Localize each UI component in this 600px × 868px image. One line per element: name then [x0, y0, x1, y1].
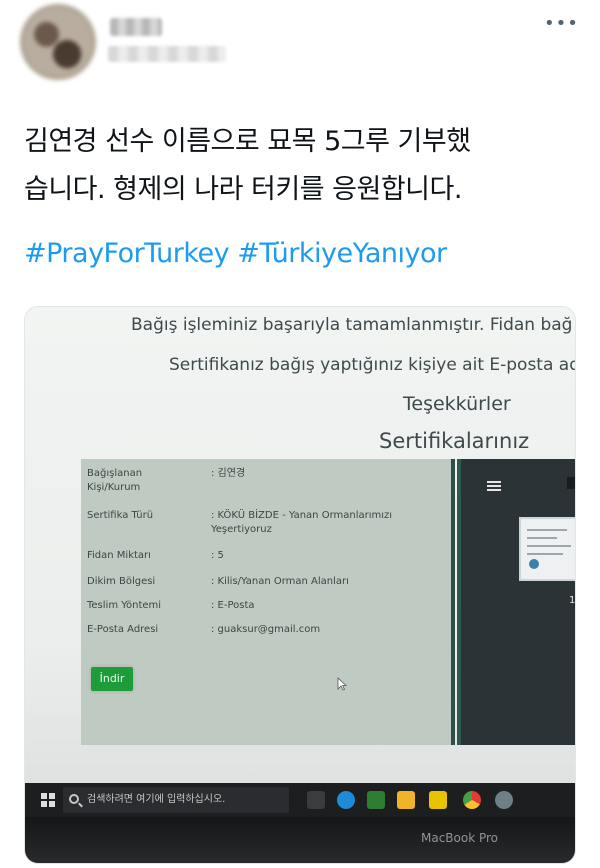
- cert-value: : 김연경: [211, 468, 246, 479]
- tweet-photo[interactable]: Bağış işleminiz başarıyla tamamlanmıştır…: [24, 306, 576, 864]
- screen-text-success: Bağış işleminiz başarıyla tamamlanmıştır…: [131, 315, 573, 335]
- cert-label: Fidan Miktarı: [87, 550, 151, 561]
- screen-text-thanks: Teşekkürler: [403, 393, 511, 415]
- certificate-preview-panel: 1: [457, 459, 576, 745]
- tweet-text-line-1: 김연경 선수 이름으로 묘목 5그루 기부했: [24, 126, 471, 157]
- app-icon[interactable]: [367, 791, 385, 809]
- macbook-label: MacBook Pro: [421, 831, 499, 845]
- app-icon-2[interactable]: [495, 791, 513, 809]
- cert-label: Bağışlanan Kişi/Kurum: [87, 468, 143, 493]
- screen-text-certificate-email: Sertifikanız bağış yaptığınız kişiye ait…: [169, 355, 576, 375]
- file-explorer-icon[interactable]: [397, 791, 415, 809]
- task-view-icon[interactable]: [307, 791, 325, 809]
- cert-label: Teslim Yöntemi: [87, 600, 162, 611]
- windows-start-icon[interactable]: [41, 793, 55, 807]
- taskbar-search-box[interactable]: 검색하려면 여기에 입력하십시오.: [63, 787, 289, 813]
- cert-value: : guaksur@gmail.com: [211, 624, 321, 635]
- cert-value: : Kilis/Yanan Orman Alanları: [211, 576, 349, 587]
- cert-value: : 5: [211, 550, 224, 561]
- page-number: 1: [569, 595, 576, 606]
- windows-taskbar: 검색하려면 여기에 입력하십시오.: [25, 783, 575, 817]
- edge-browser-icon[interactable]: [337, 791, 355, 809]
- certificate-details-panel: Bağışlanan Kişi/Kurum : 김연경 Sertifika Tü…: [81, 459, 455, 745]
- certificate-seal-icon: [529, 559, 539, 569]
- kakaotalk-icon[interactable]: [429, 791, 447, 809]
- cert-value: : E-Posta: [211, 600, 255, 611]
- username-redacted: [108, 46, 226, 62]
- certificate-thumbnail[interactable]: [519, 517, 575, 581]
- cert-value: : KÖKÜ BİZDE - Yanan Ormanlarımızı Yeşer…: [211, 510, 393, 535]
- cert-label: Sertifika Türü: [87, 510, 154, 521]
- tweet-header: •••: [0, 0, 600, 100]
- tweet-text: 김연경 선수 이름으로 묘목 5그루 기부했 습니다. 형제의 나라 터키를 응…: [24, 118, 580, 214]
- chrome-browser-icon[interactable]: [463, 791, 481, 809]
- screen-text-certificates-heading: Sertifikalarınız: [379, 429, 530, 453]
- avatar[interactable]: [20, 4, 96, 80]
- search-icon: [69, 794, 79, 804]
- hashtag-prayforturkey[interactable]: #PrayForTurkey: [24, 238, 230, 269]
- side-panel-control[interactable]: [567, 477, 575, 489]
- tweet-text-line-2: 습니다. 형제의 나라 터키를 응원합니다.: [24, 174, 462, 205]
- laptop-bezel: MacBook Pro: [25, 817, 575, 863]
- download-button[interactable]: İndir: [91, 667, 133, 691]
- more-options-icon[interactable]: •••: [544, 14, 578, 34]
- display-name-redacted[interactable]: [110, 18, 162, 36]
- hashtag-turkiyeyaniyor[interactable]: #TürkiyeYanıyor: [237, 238, 447, 269]
- cert-label: E-Posta Adresi: [87, 624, 159, 635]
- taskbar-search-placeholder: 검색하려면 여기에 입력하십시오.: [87, 794, 226, 805]
- hashtags: #PrayForTurkey #TürkiyeYanıyor: [24, 232, 584, 276]
- mouse-cursor-icon: [337, 677, 347, 691]
- cert-label: Dikim Bölgesi: [87, 576, 156, 587]
- hamburger-menu-icon[interactable]: [487, 481, 501, 491]
